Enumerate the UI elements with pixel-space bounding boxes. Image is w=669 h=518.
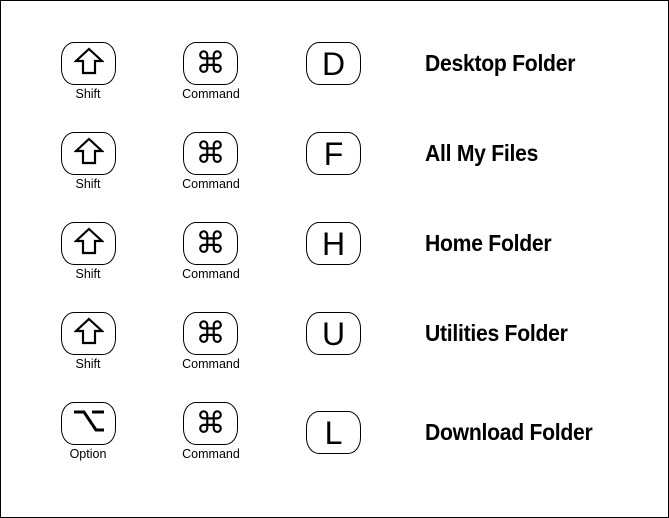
command-key: ⌘ bbox=[183, 312, 238, 355]
letter-key: U bbox=[306, 312, 361, 355]
action-label: Download Folder bbox=[425, 419, 593, 445]
shift-icon bbox=[72, 47, 105, 80]
command-label: Command bbox=[182, 87, 240, 101]
shortcut-row: Shift ⌘ Command D Desktop Folder bbox=[1, 42, 668, 112]
action-label: Utilities Folder bbox=[425, 320, 568, 346]
shift-icon bbox=[72, 137, 105, 170]
action-label: All My Files bbox=[425, 140, 539, 166]
modifier-key bbox=[61, 312, 116, 355]
shift-icon bbox=[72, 227, 105, 260]
key-letter: L bbox=[324, 414, 343, 451]
command-key: ⌘ bbox=[183, 402, 238, 445]
shortcut-row: Shift ⌘ Command H Home Folder bbox=[1, 222, 668, 292]
modifier-label: Shift bbox=[75, 177, 101, 191]
command-key: ⌘ bbox=[183, 222, 238, 265]
modifier-label: Shift bbox=[75, 87, 101, 101]
command-icon: ⌘ bbox=[195, 136, 226, 170]
command-label: Command bbox=[182, 357, 240, 371]
command-key: ⌘ bbox=[183, 42, 238, 85]
modifier-key bbox=[61, 42, 116, 85]
modifier-label: Shift bbox=[75, 357, 101, 371]
shift-icon bbox=[72, 317, 105, 350]
option-icon bbox=[72, 408, 106, 439]
shortcut-row: Shift ⌘ Command U Utilities Folder bbox=[1, 312, 668, 382]
command-key: ⌘ bbox=[183, 132, 238, 175]
shortcut-row: Option ⌘ Command L Download Folder bbox=[1, 402, 668, 472]
letter-key: F bbox=[306, 132, 361, 175]
command-icon: ⌘ bbox=[195, 46, 226, 80]
modifier-key bbox=[61, 222, 116, 265]
shortcut-row: Shift ⌘ Command F All My Files bbox=[1, 132, 668, 202]
key-letter: F bbox=[323, 135, 344, 172]
command-icon: ⌘ bbox=[195, 316, 226, 350]
modifier-label: Option bbox=[69, 447, 107, 461]
letter-key: D bbox=[306, 42, 361, 85]
command-icon: ⌘ bbox=[195, 226, 226, 260]
modifier-label: Shift bbox=[75, 267, 101, 281]
key-letter: U bbox=[321, 315, 346, 352]
command-icon: ⌘ bbox=[195, 406, 226, 440]
key-letter: H bbox=[321, 225, 346, 262]
letter-key: L bbox=[306, 411, 361, 454]
modifier-key bbox=[61, 402, 116, 445]
command-label: Command bbox=[182, 447, 240, 461]
command-label: Command bbox=[182, 177, 240, 191]
modifier-key bbox=[61, 132, 116, 175]
action-label: Desktop Folder bbox=[425, 50, 576, 76]
shortcut-diagram: Shift ⌘ Command D Desktop Folder Shift ⌘… bbox=[0, 0, 669, 518]
action-label: Home Folder bbox=[425, 230, 552, 256]
command-label: Command bbox=[182, 267, 240, 281]
key-letter: D bbox=[321, 45, 346, 82]
letter-key: H bbox=[306, 222, 361, 265]
